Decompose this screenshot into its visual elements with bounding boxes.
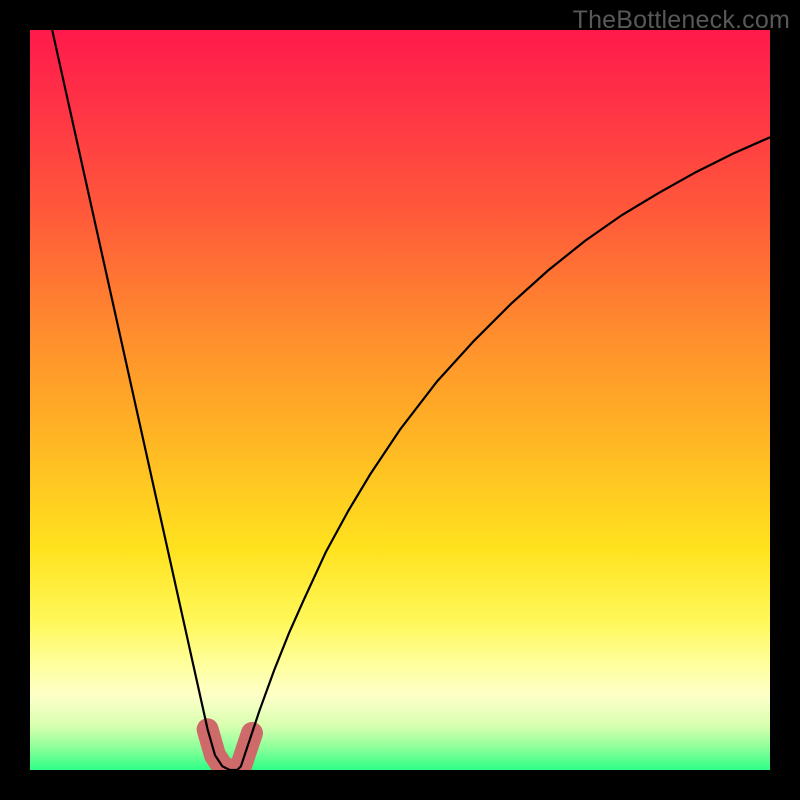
chart-container: TheBottleneck.com <box>0 0 800 800</box>
plot-area <box>30 30 770 770</box>
curve-layer <box>30 30 770 770</box>
main-curve <box>52 30 770 770</box>
